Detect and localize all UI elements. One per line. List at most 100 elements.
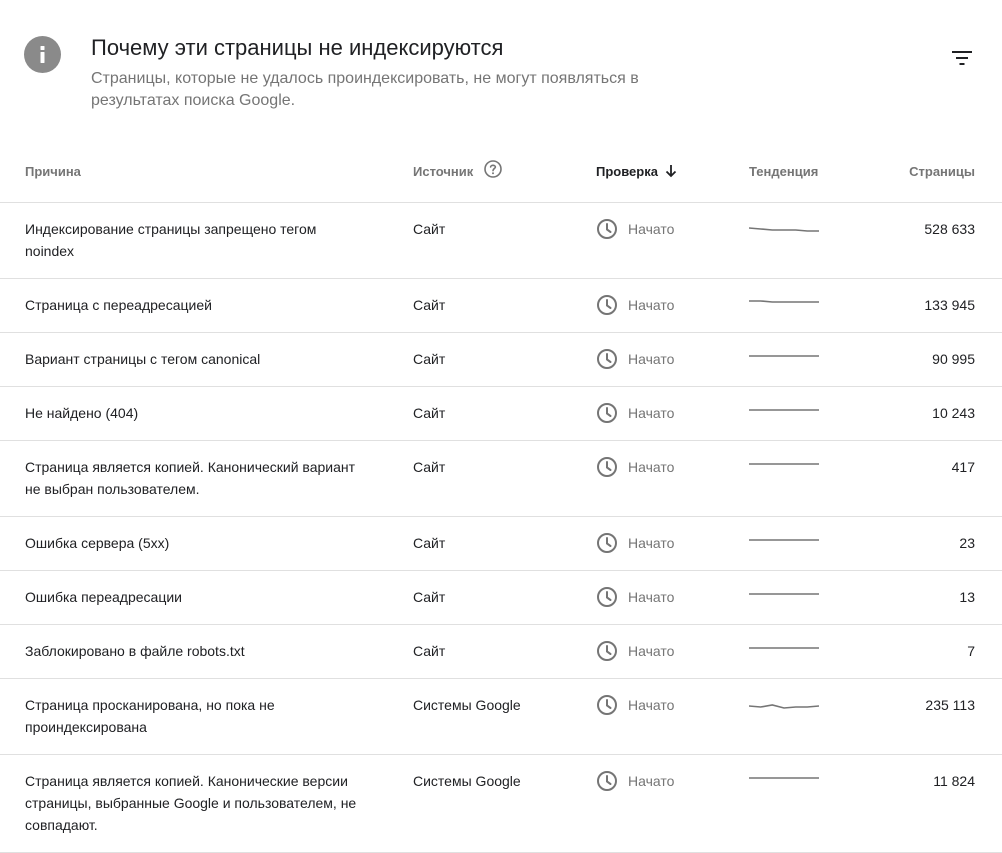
validation-status: Начато — [628, 773, 675, 789]
row-source: Сайт — [413, 624, 596, 679]
table-row[interactable]: Не найдено (404) Сайт Начато 10 243 — [0, 386, 1002, 441]
validation-status: Начато — [628, 297, 675, 313]
sort-arrow-down-icon — [664, 164, 678, 178]
row-source: Сайт — [413, 202, 596, 279]
row-source: Сайт — [413, 278, 596, 333]
card-subtitle: Страницы, которые не удалось проиндексир… — [91, 70, 639, 109]
trend-sparkline — [749, 409, 819, 411]
row-source: Сайт — [413, 440, 596, 517]
row-reason: Ошибка переадресации — [0, 570, 413, 625]
info-icon — [24, 36, 61, 73]
clock-icon — [596, 532, 618, 554]
table-row[interactable]: Страница является копией. Канонические в… — [0, 754, 1002, 853]
row-reason: Страница является копией. Канонический в… — [0, 440, 413, 517]
column-header-pages-label: Страницы — [909, 163, 975, 179]
row-reason: Страница просканирована, но пока не прои… — [0, 678, 413, 755]
table-row[interactable]: Ошибка переадресации Сайт Начато 13 — [0, 570, 1002, 625]
table-header-row: Причина Источник Проверка Тенденция Стра… — [0, 140, 1002, 203]
clock-icon — [596, 770, 618, 792]
row-source: Сайт — [413, 516, 596, 571]
trend-line — [749, 300, 819, 303]
column-header-reason-label: Причина — [25, 163, 81, 179]
trend-sparkline — [749, 593, 819, 595]
row-source: Сайт — [413, 570, 596, 625]
row-trend — [749, 440, 889, 517]
row-reason: Страница с переадресацией — [0, 278, 413, 333]
column-header-source-label: Источник — [413, 163, 474, 179]
clock-icon — [596, 456, 618, 478]
row-pages: 235 113 — [889, 678, 1002, 755]
filter-list-icon[interactable] — [948, 44, 976, 72]
table-row[interactable]: Индексирование страницы запрещено тегом … — [0, 202, 1002, 279]
table-row[interactable]: Ошибка сервера (5xx) Сайт Начато 23 — [0, 516, 1002, 571]
trend-sparkline — [749, 539, 819, 541]
row-pages: 11 824 — [889, 754, 1002, 853]
trend-sparkline — [749, 463, 819, 465]
row-pages: 133 945 — [889, 278, 1002, 333]
validation-status: Начато — [628, 589, 675, 605]
column-header-trend-label: Тенденция — [749, 163, 819, 179]
row-trend — [749, 386, 889, 441]
row-trend — [749, 570, 889, 625]
row-trend — [749, 624, 889, 679]
row-validation: Начато — [596, 202, 749, 279]
trend-line — [749, 227, 819, 232]
row-pages: 90 995 — [889, 332, 1002, 387]
trend-sparkline — [749, 704, 819, 709]
row-validation: Начато — [596, 624, 749, 679]
validation-status: Начато — [628, 643, 675, 659]
column-header-validation[interactable]: Проверка — [596, 140, 749, 203]
clock-icon — [596, 218, 618, 240]
trend-sparkline — [749, 647, 819, 649]
validation-status: Начато — [628, 221, 675, 237]
row-validation: Начато — [596, 386, 749, 441]
row-pages: 23 — [889, 516, 1002, 571]
table-row[interactable]: Страница с переадресацией Сайт Начато 133 9… — [0, 278, 1002, 333]
table-row[interactable]: Страница просканирована, но пока не прои… — [0, 678, 1002, 755]
row-source: Сайт — [413, 386, 596, 441]
clock-icon — [596, 348, 618, 370]
validation-status: Начато — [628, 697, 675, 713]
row-validation: Начато — [596, 332, 749, 387]
table-row[interactable]: Страница является копией. Канонический в… — [0, 440, 1002, 517]
column-header-validation-label: Проверка — [596, 163, 658, 179]
row-pages: 10 243 — [889, 386, 1002, 441]
row-trend — [749, 754, 889, 853]
row-reason: Ошибка сервера (5xx) — [0, 516, 413, 571]
help-icon[interactable] — [479, 160, 503, 179]
row-reason: Вариант страницы с тегом canonical — [0, 332, 413, 387]
row-validation: Начато — [596, 570, 749, 625]
row-reason: Индексирование страницы запрещено тегом … — [0, 202, 413, 279]
row-validation: Начато — [596, 278, 749, 333]
row-reason: Заблокировано в файле robots.txt — [0, 624, 413, 679]
row-trend — [749, 516, 889, 571]
row-pages: 417 — [889, 440, 1002, 517]
trend-line — [749, 704, 819, 709]
validation-status: Начато — [628, 459, 675, 475]
column-header-pages[interactable]: Страницы — [889, 140, 1002, 203]
trend-sparkline — [749, 300, 819, 303]
table-row[interactable]: Вариант страницы с тегом canonical Сайт На… — [0, 332, 1002, 387]
clock-icon — [596, 294, 618, 316]
validation-status: Начато — [628, 405, 675, 421]
row-reason: Не найдено (404) — [0, 386, 413, 441]
row-trend — [749, 678, 889, 755]
not-indexed-card: Почему эти страницы не индексируются Стр… — [0, 0, 1002, 853]
row-pages: 13 — [889, 570, 1002, 625]
card-title: Почему эти страницы не индексируются — [91, 35, 504, 60]
row-validation: Начато — [596, 516, 749, 571]
table-row[interactable]: Заблокировано в файле robots.txt Сайт Нача… — [0, 624, 1002, 679]
clock-icon — [596, 694, 618, 716]
trend-sparkline — [749, 355, 819, 357]
row-validation: Начато — [596, 678, 749, 755]
trend-sparkline — [749, 777, 819, 779]
column-header-reason[interactable]: Причина — [0, 140, 413, 203]
trend-sparkline — [749, 227, 819, 232]
row-source: Системы Google — [413, 678, 596, 755]
row-validation: Начато — [596, 440, 749, 517]
row-pages: 528 633 — [889, 202, 1002, 279]
column-header-trend[interactable]: Тенденция — [749, 140, 889, 203]
column-header-source[interactable]: Источник — [413, 140, 596, 203]
validation-status: Начато — [628, 535, 675, 551]
clock-icon — [596, 640, 618, 662]
